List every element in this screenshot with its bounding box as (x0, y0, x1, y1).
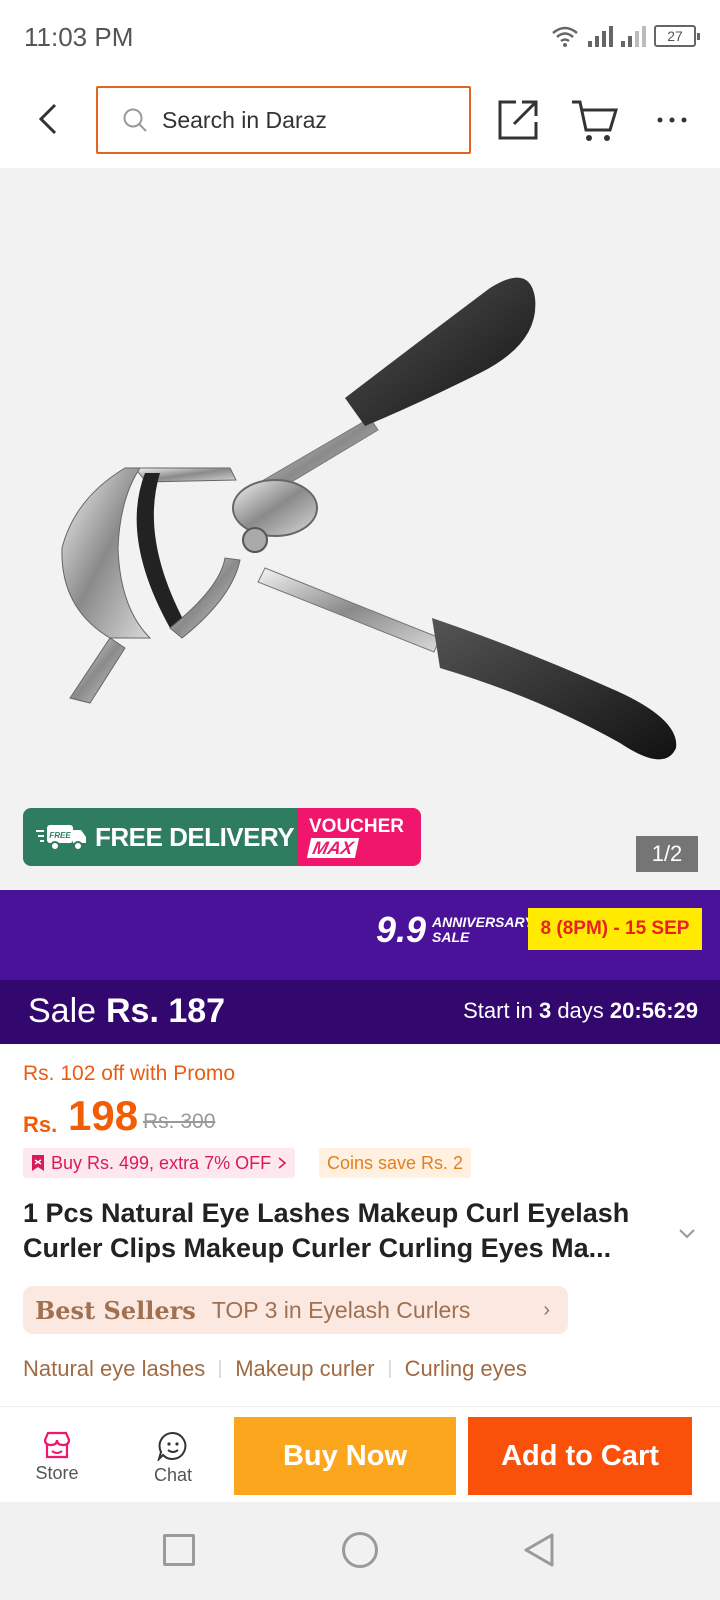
chevron-right-icon (278, 1157, 287, 1169)
recent-apps-icon[interactable] (163, 1534, 195, 1566)
sale-price: Rs. 187 (106, 992, 226, 1030)
product-tags: Natural eye lashes Makeup curler Curling… (23, 1356, 527, 1382)
voucher-max-badge: VOUCHER MAX (297, 808, 421, 866)
image-counter: 1/2 (636, 836, 698, 872)
signal-icon-2 (621, 25, 646, 47)
bestseller-rank: TOP 3 in Eyelash Curlers (211, 1296, 471, 1323)
system-back-icon[interactable] (522, 1532, 556, 1568)
sale-countdown: Start in 3 days 20:56:29 (463, 998, 698, 1024)
original-price: Rs. 300 (143, 1110, 216, 1133)
countdown-time: 20:56:29 (609, 998, 698, 1023)
tag-item[interactable]: Curling eyes (405, 1356, 527, 1382)
bottom-action-bar: Store Chat Buy Now Add to Cart (0, 1406, 720, 1502)
search-input[interactable]: Search in Daraz (96, 86, 471, 154)
free-badge-text: FREE (49, 831, 71, 840)
chat-button[interactable]: Chat (138, 1431, 208, 1486)
more-icon (657, 117, 687, 123)
chat-icon (157, 1431, 187, 1461)
status-time: 11:03 PM (24, 22, 134, 52)
campaign-logo: 9.9 ANNIVERSARY SALE (376, 908, 534, 952)
tag-item[interactable]: Makeup curler (235, 1356, 374, 1382)
store-icon (43, 1431, 71, 1459)
signal-icon (588, 25, 613, 47)
buy-more-text: Buy Rs. 499, extra 7% OFF (51, 1152, 272, 1173)
chevron-down-icon[interactable] (676, 1222, 698, 1244)
store-button[interactable]: Store (22, 1431, 92, 1484)
buy-now-button[interactable]: Buy Now (234, 1417, 456, 1495)
tag-divider (388, 1360, 391, 1378)
product-title: 1 Pcs Natural Eye Lashes Makeup Curl Eye… (23, 1198, 630, 1263)
back-button[interactable] (28, 94, 68, 144)
price-value: 198 (68, 1092, 139, 1139)
wifi-icon (552, 26, 578, 47)
campaign-line2: SALE (432, 929, 470, 945)
voucher-icon (32, 1155, 44, 1171)
chevron-left-icon (38, 103, 57, 135)
coins-tag: Coins save Rs. 2 (319, 1148, 472, 1178)
home-icon[interactable] (342, 1532, 378, 1568)
price-currency: Rs. (23, 1112, 58, 1137)
campaign-subtitle: ANNIVERSARY SALE (432, 915, 534, 944)
share-icon (498, 100, 538, 140)
voucher-max-label: MAX (306, 837, 360, 858)
countdown-prefix: Start in (463, 998, 533, 1023)
status-bar: 11:03 PM 27 (0, 0, 720, 72)
status-icons: 27 (550, 22, 700, 50)
cart-icon (572, 100, 619, 141)
tag-item[interactable]: Natural eye lashes (23, 1356, 205, 1382)
free-delivery-badge: FREE FREE DELIVERY (23, 808, 297, 866)
more-options-button[interactable] (648, 102, 696, 138)
countdown-days: 3 (538, 998, 552, 1023)
bestseller-bar[interactable]: Best Sellers TOP 3 in Eyelash Curlers › (23, 1286, 568, 1334)
delivery-truck-icon: FREE (36, 825, 86, 851)
chat-label: Chat (153, 1465, 193, 1485)
product-image-gallery[interactable]: FREE FREE DELIVERY VOUCHER MAX 1/2 (0, 168, 720, 890)
share-button[interactable] (494, 96, 542, 144)
product-photo-eyelash-curler (61, 277, 677, 760)
search-icon (123, 108, 147, 132)
system-navigation-bar (0, 1502, 720, 1600)
top-header: Search in Daraz (0, 72, 720, 168)
flash-sale-bar: Sale Rs. 187 Start in 3 days 20:56:29 (0, 980, 720, 1044)
promo-discount-text: Rs. 102 off with Promo (23, 1062, 236, 1085)
cart-button[interactable] (570, 96, 620, 144)
chevron-right-icon: › (543, 1298, 550, 1321)
bestseller-label: Best Sellers (35, 1295, 196, 1325)
voucher-label: VOUCHER (309, 815, 405, 837)
add-to-cart-button[interactable]: Add to Cart (468, 1417, 692, 1495)
campaign-number: 9.9 (376, 909, 427, 950)
campaign-date: 8 (8PM) - 15 SEP (528, 908, 702, 950)
campaign-line1: ANNIVERSARY (432, 914, 534, 931)
tag-divider (219, 1360, 222, 1378)
sale-label: Sale (28, 992, 97, 1030)
store-label: Store (35, 1463, 79, 1483)
buy-more-deal-tag[interactable]: Buy Rs. 499, extra 7% OFF (23, 1148, 296, 1178)
battery-icon: 27 (654, 25, 700, 47)
search-placeholder: Search in Daraz (162, 106, 327, 133)
promo-banner: FREE FREE DELIVERY VOUCHER MAX (23, 808, 421, 866)
countdown-days-label: days (557, 998, 604, 1023)
free-delivery-label: FREE DELIVERY (95, 821, 295, 852)
